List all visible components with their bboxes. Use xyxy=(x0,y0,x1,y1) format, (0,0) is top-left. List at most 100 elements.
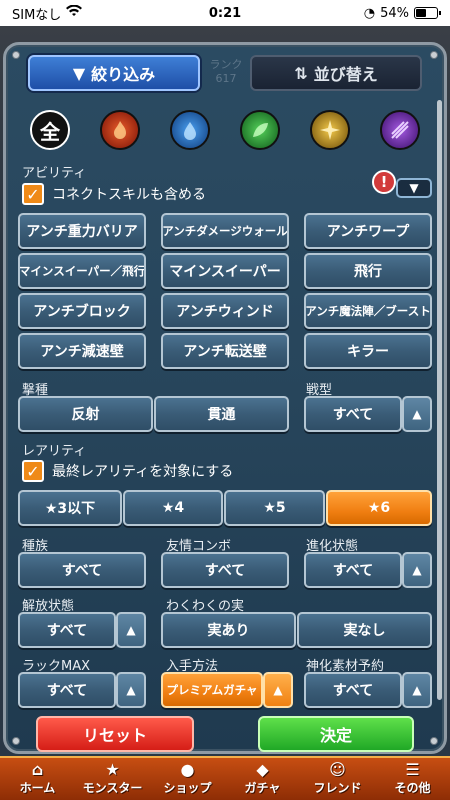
panel-bolt xyxy=(12,737,20,745)
rarity-option[interactable]: ★5 xyxy=(224,490,325,526)
tab-filter-label: 絞り込み xyxy=(91,65,156,84)
wifi-icon xyxy=(66,4,83,21)
rank-value: 617 xyxy=(215,72,237,85)
luck-max-arrow[interactable]: ▲ xyxy=(116,672,146,708)
final-rarity-checkbox[interactable]: ✓ 最終レアリティを対象にする xyxy=(22,460,233,482)
nav-gacha[interactable]: ◆ ガチャ xyxy=(225,758,300,800)
carrier-label: SIMなし xyxy=(12,7,62,23)
nav-shop[interactable]: ● ショップ xyxy=(150,758,225,800)
tab-sort[interactable]: ⇅ 並び替え xyxy=(250,55,422,91)
ability-button[interactable]: アンチ転送壁 xyxy=(161,333,289,369)
release-arrow[interactable]: ▲ xyxy=(116,612,146,648)
scrollbar[interactable] xyxy=(437,100,442,700)
fire-attribute-icon[interactable] xyxy=(100,110,140,150)
release-select[interactable]: すべて xyxy=(18,612,116,648)
evolution-select[interactable]: すべて xyxy=(304,552,402,588)
ability-button[interactable]: マインスイーパー／飛行 xyxy=(18,253,146,289)
luck-max-select[interactable]: すべて xyxy=(18,672,116,708)
other-icon: ☰ xyxy=(405,760,420,779)
ability-button[interactable]: アンチウィンド xyxy=(161,293,289,329)
waku-with-fruit-button[interactable]: 実あり xyxy=(161,612,296,648)
orientation-lock-icon: ◔ xyxy=(363,5,376,21)
battle-type-select[interactable]: すべて xyxy=(304,396,402,432)
shinka-select[interactable]: すべて xyxy=(304,672,402,708)
chevron-up-icon: ▲ xyxy=(273,683,283,697)
nav-monster-label: モンスター xyxy=(82,781,143,795)
ability-button[interactable]: アンチ減速壁 xyxy=(18,333,146,369)
nav-home-label: ホーム xyxy=(19,781,56,795)
nav-shop-label: ショップ xyxy=(163,781,212,795)
nav-other[interactable]: ☰ その他 xyxy=(375,758,450,800)
checkbox-check-icon: ✓ xyxy=(22,460,44,482)
battery-icon xyxy=(414,7,441,19)
orb-icon: ● xyxy=(180,760,195,779)
chevron-down-icon: ▼ xyxy=(409,181,419,195)
evolution-arrow[interactable]: ▲ xyxy=(402,552,432,588)
battery-percent: 54% xyxy=(380,5,409,21)
friend-combo-select[interactable]: すべて xyxy=(161,552,289,588)
waku-without-fruit-button[interactable]: 実なし xyxy=(297,612,432,648)
wood-attribute-icon[interactable] xyxy=(240,110,280,150)
ability-button[interactable]: アンチ魔法陣／ブースト xyxy=(304,293,432,329)
friend-icon: ☺ xyxy=(329,760,346,779)
tab-sort-label: 並び替え xyxy=(313,65,378,84)
ability-button[interactable]: アンチブロック xyxy=(18,293,146,329)
home-icon: ⌂ xyxy=(31,760,44,779)
chevron-up-icon: ▲ xyxy=(412,683,422,697)
final-rarity-label: 最終レアリティを対象にする xyxy=(52,464,234,480)
monster-icon: ★ xyxy=(105,760,120,779)
nav-monster[interactable]: ★ モンスター xyxy=(75,758,150,800)
chevron-up-icon: ▲ xyxy=(412,563,422,577)
tab-filter[interactable]: ▼ 絞り込み xyxy=(28,55,200,91)
confirm-button[interactable]: 決定 xyxy=(258,716,414,752)
dark-attribute-icon[interactable] xyxy=(380,110,420,150)
ability-button[interactable]: マインスイーパー xyxy=(161,253,289,289)
rarity-option-selected[interactable]: ★6 xyxy=(326,490,432,526)
reset-button[interactable]: リセット xyxy=(36,716,194,752)
checkbox-check-icon: ✓ xyxy=(22,183,44,205)
nav-home[interactable]: ⌂ ホーム xyxy=(0,758,75,800)
status-bar: SIMなし 0:21 ◔ 54% xyxy=(0,0,450,26)
include-connect-skill-checkbox[interactable]: ✓ コネクトスキルも含める xyxy=(22,183,206,205)
nav-friend-label: フレンド xyxy=(313,781,362,795)
nav-gacha-label: ガチャ xyxy=(244,781,281,795)
rank-label: ランク xyxy=(209,58,243,71)
nav-other-label: その他 xyxy=(394,781,431,795)
panel-bolt xyxy=(430,51,438,59)
chevron-up-icon: ▲ xyxy=(126,623,136,637)
include-connect-skill-label: コネクトスキルも含める xyxy=(52,187,206,203)
rarity-option[interactable]: ★3以下 xyxy=(18,490,122,526)
rank-background-text: ランク 617 xyxy=(206,58,246,86)
ability-section-label: アビリティ xyxy=(22,166,87,181)
panel-bolt xyxy=(12,51,20,59)
attribute-filter-row: 全 xyxy=(20,110,440,154)
bottom-nav: ⌂ ホーム ★ モンスター ● ショップ ◆ ガチャ ☺ フレンド ☰ その他 xyxy=(0,756,450,800)
sort-icon: ⇅ xyxy=(294,63,308,83)
race-select[interactable]: すべて xyxy=(18,552,146,588)
strike-reflect-button[interactable]: 反射 xyxy=(18,396,153,432)
rarity-option[interactable]: ★4 xyxy=(123,490,223,526)
obtain-select[interactable]: プレミアムガチャ xyxy=(161,672,263,708)
ability-button[interactable]: アンチダメージウォール xyxy=(161,213,289,249)
ability-expand-button[interactable]: ▼ xyxy=(396,178,432,198)
shinka-arrow[interactable]: ▲ xyxy=(402,672,432,708)
light-attribute-icon[interactable] xyxy=(310,110,350,150)
panel-bolt xyxy=(430,737,438,745)
ability-button[interactable]: アンチワープ xyxy=(304,213,432,249)
attribute-all-label: 全 xyxy=(40,119,60,144)
battle-type-arrow[interactable]: ▲ xyxy=(402,396,432,432)
chevron-up-icon: ▲ xyxy=(412,407,422,421)
strike-pierce-button[interactable]: 貫通 xyxy=(154,396,289,432)
ability-button[interactable]: アンチ重力バリア xyxy=(18,213,146,249)
rarity-section-label: レアリティ xyxy=(22,444,87,459)
ability-button[interactable]: キラー xyxy=(304,333,432,369)
chevron-up-icon: ▲ xyxy=(126,683,136,697)
all-attribute-icon[interactable]: 全 xyxy=(30,110,70,150)
gacha-icon: ◆ xyxy=(256,760,269,779)
exclamation-icon[interactable]: ! xyxy=(372,170,396,194)
water-attribute-icon[interactable] xyxy=(170,110,210,150)
obtain-arrow[interactable]: ▲ xyxy=(263,672,293,708)
status-left: SIMなし xyxy=(12,4,83,23)
ability-button[interactable]: 飛行 xyxy=(304,253,432,289)
nav-friend[interactable]: ☺ フレンド xyxy=(300,758,375,800)
